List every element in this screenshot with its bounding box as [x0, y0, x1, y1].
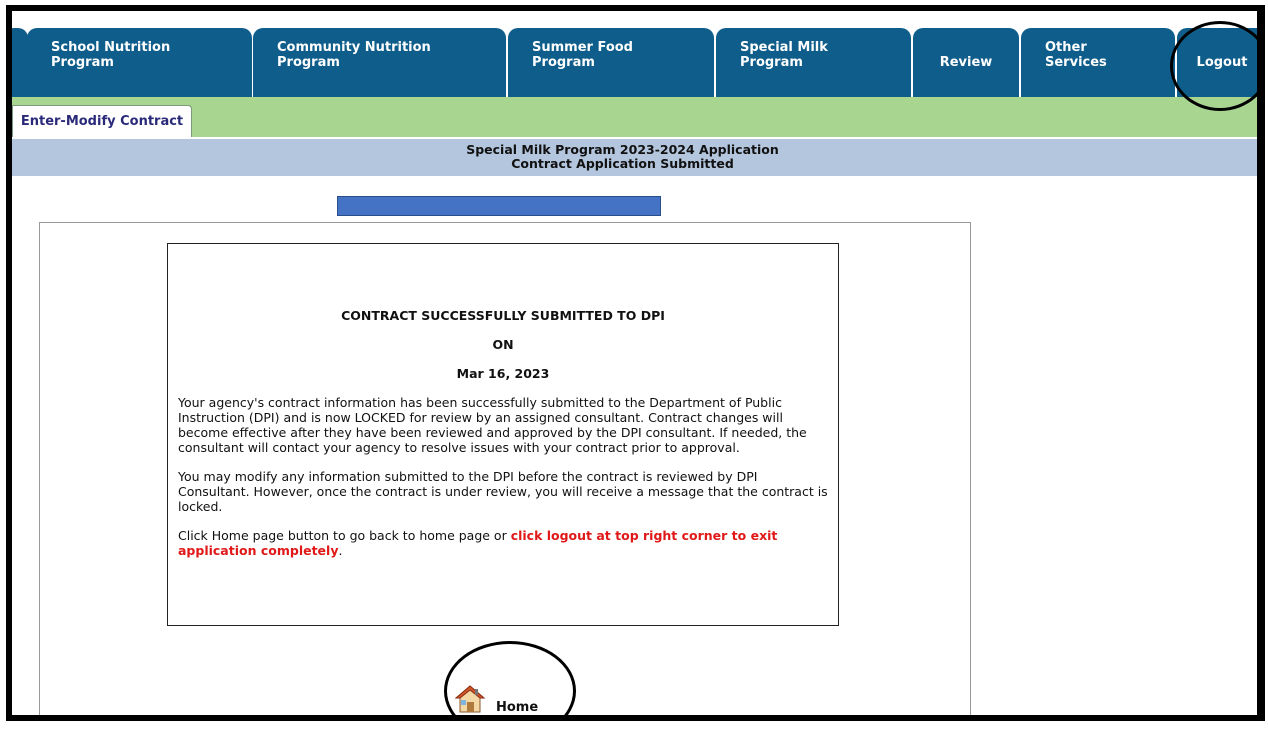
tab-label: Program — [51, 55, 114, 70]
tab-label: Other — [1045, 40, 1087, 55]
browser-frame: School Nutrition Program Community Nutri… — [6, 5, 1265, 721]
tab-label: Logout — [1196, 55, 1248, 70]
progress-bar — [337, 196, 661, 216]
confirmation-date: Mar 16, 2023 — [456, 366, 550, 381]
confirmation-on: ON — [492, 337, 514, 352]
tab-label: Services — [1045, 55, 1107, 70]
page-title: Special Milk Program 2023-2024 Applicati… — [466, 142, 779, 157]
sub-navigation: Enter-Modify Contract — [12, 97, 1257, 137]
tab-label: School Nutrition — [51, 40, 171, 55]
page-title-bar: Special Milk Program 2023-2024 Applicati… — [12, 139, 1257, 176]
tab-review[interactable]: Review — [913, 28, 1019, 97]
confirmation-message-box: CONTRACT SUCCESSFULLY SUBMITTED TO DPI O… — [167, 243, 839, 626]
tab-label: Summer Food — [532, 40, 633, 55]
page-subtitle: Contract Application Submitted — [511, 156, 734, 171]
tab-label: Program — [532, 55, 595, 70]
tab-enter-modify-contract[interactable]: Enter-Modify Contract — [12, 105, 192, 137]
tab-special-milk[interactable]: Special Milk Program — [716, 28, 911, 97]
tab-school-nutrition[interactable]: School Nutrition Program — [27, 28, 252, 97]
tab-summer-food[interactable]: Summer Food Program — [508, 28, 714, 97]
instruction-period: . — [338, 543, 343, 558]
confirmation-heading: CONTRACT SUCCESSFULLY SUBMITTED TO DPI — [341, 308, 665, 323]
tab-label: Program — [740, 55, 803, 70]
home-button[interactable]: Home — [454, 679, 574, 715]
confirmation-paragraph-1: Your agency's contract information has b… — [178, 395, 807, 455]
instruction-text: Click Home page button to go back to hom… — [178, 528, 511, 543]
home-label: Home — [496, 699, 539, 715]
tab-label: Community Nutrition — [277, 40, 431, 55]
top-navigation: School Nutrition Program Community Nutri… — [12, 11, 1257, 97]
home-icon — [454, 684, 486, 715]
tab-partial[interactable] — [12, 28, 28, 97]
tab-label: Review — [939, 55, 993, 70]
confirmation-paragraph-3: Click Home page button to go back to hom… — [178, 528, 828, 558]
logout-button[interactable]: Logout — [1177, 28, 1257, 97]
tab-other-services[interactable]: Other Services — [1021, 28, 1175, 97]
tab-community-nutrition[interactable]: Community Nutrition Program — [253, 28, 506, 97]
confirmation-paragraph-2: You may modify any information submitted… — [178, 469, 828, 514]
tab-label: Program — [277, 55, 340, 70]
tab-label: Special Milk — [740, 40, 828, 55]
